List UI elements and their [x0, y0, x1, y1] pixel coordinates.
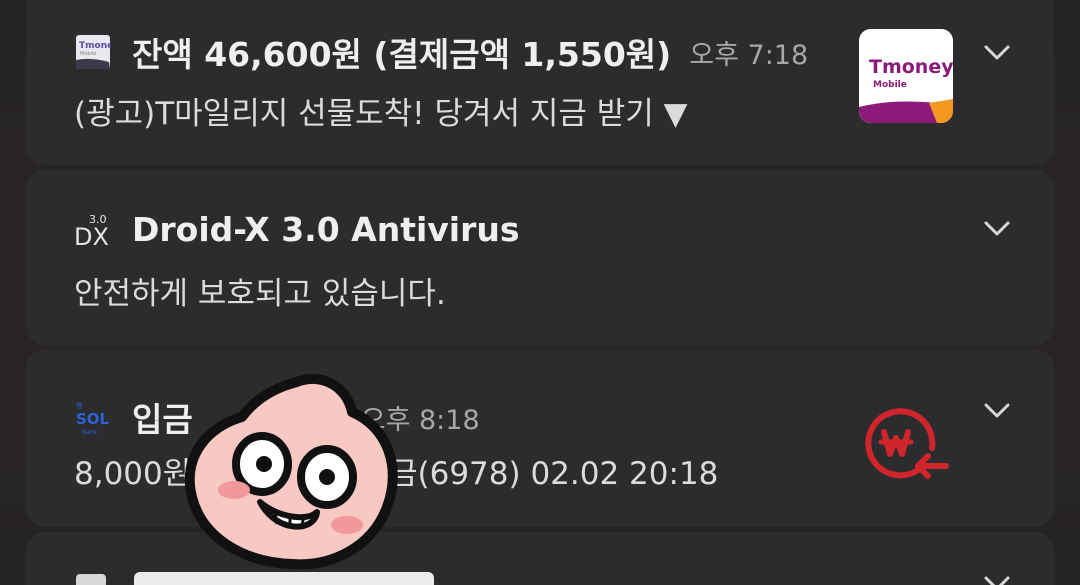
- notification-tmoney[interactable]: Tmoney Mobile 잔액 46,600원 (결제금액 1,550원) 오…: [26, 0, 1054, 165]
- sol-bank-icon: 뱅 SOL Bank: [74, 398, 112, 436]
- apeach-sticker-icon: [184, 373, 398, 570]
- notification-text: 안전하게 보호되고 있습니다.: [74, 276, 446, 312]
- generic-app-icon: [76, 574, 106, 585]
- notification-text-end: 금(6978) 02.02 20:18: [389, 456, 719, 492]
- svg-text:Tmoney: Tmoney: [869, 56, 953, 78]
- notification-title: Droid-X 3.0 Antivirus: [132, 210, 520, 249]
- notification-sol-bank[interactable]: 뱅 SOL Bank 입금 오후 8:18 8,000원 금(6978) 02.…: [26, 350, 1054, 527]
- notification-droid-x[interactable]: 3.0 DX Droid-X 3.0 Antivirus 안전하게 보호되고 있…: [26, 170, 1054, 345]
- svg-text:DX: DX: [74, 223, 109, 249]
- notification-text: (광고)T마일리지 선물도착! 당겨서 지금 받기 ▼: [74, 96, 688, 132]
- won-refund-icon: [854, 392, 954, 492]
- chevron-down-icon[interactable]: [982, 568, 1012, 585]
- svg-text:SOL: SOL: [76, 410, 110, 428]
- notification-time: 오후 7:18: [689, 39, 809, 71]
- notification-partial[interactable]: [26, 532, 1054, 585]
- tmoney-icon: Tmoney Mobile: [74, 33, 112, 71]
- svg-text:Mobile: Mobile: [873, 80, 907, 90]
- notification-title: [134, 572, 434, 585]
- notification-title: 잔액 46,600원 (결제금액 1,550원): [132, 35, 672, 74]
- notification-shade: { "notifications": [ { "app_icon": "tmon…: [0, 0, 1080, 585]
- svg-text:Bank: Bank: [82, 429, 98, 436]
- svg-text:Mobile: Mobile: [80, 51, 96, 57]
- chevron-down-icon[interactable]: [982, 37, 1012, 67]
- svg-text:Tmoney: Tmoney: [79, 41, 111, 51]
- tmoney-thumbnail: Tmoney Mobile: [859, 29, 953, 123]
- svg-text:뱅: 뱅: [76, 401, 82, 410]
- chevron-down-icon[interactable]: [982, 395, 1012, 425]
- droid-x-icon: 3.0 DX: [74, 211, 112, 249]
- notification-text-start: 8,000원: [74, 456, 192, 492]
- chevron-down-icon[interactable]: [982, 213, 1012, 243]
